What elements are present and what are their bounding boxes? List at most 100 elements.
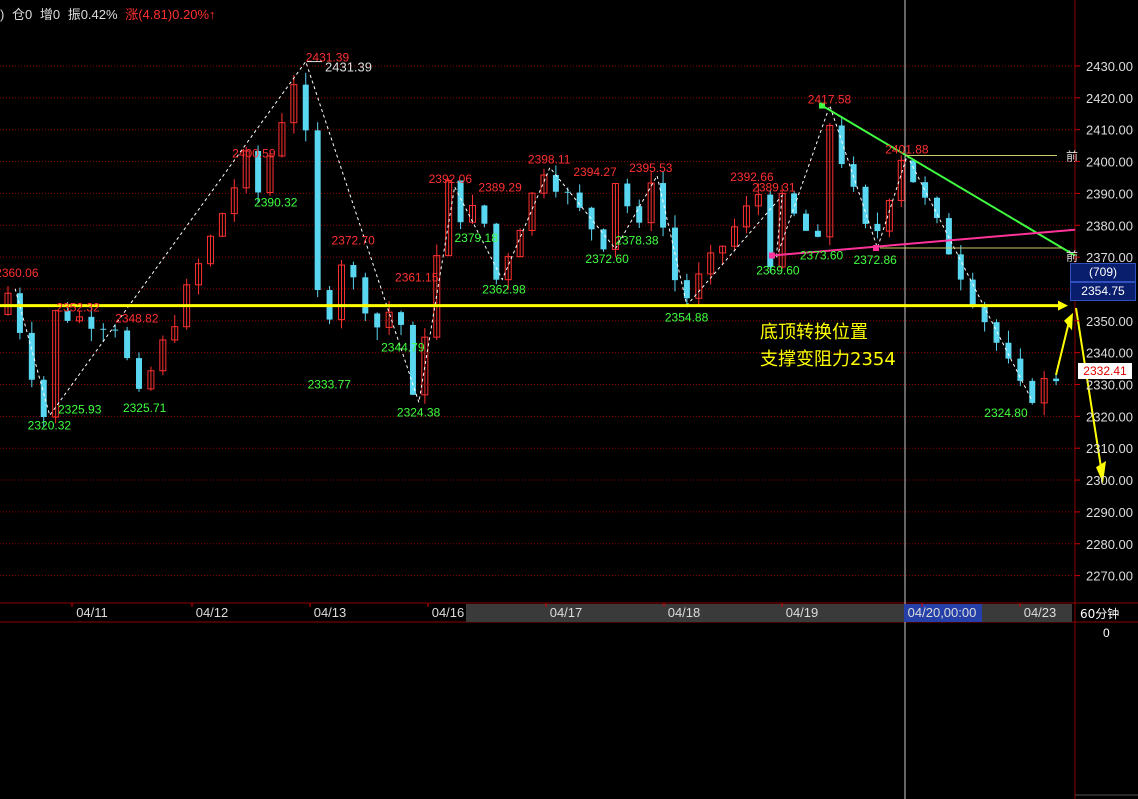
swing-label: 2389.31	[752, 181, 796, 195]
increase-text: 增0	[39, 7, 61, 22]
candle-body-down	[40, 379, 47, 418]
candle-body-down	[564, 191, 571, 193]
candle-body-down	[874, 223, 881, 232]
candlestick-chart[interactable]: 前前 2360.06 2320.32 2325.93 2352.32 2348.82 23…	[0, 0, 1138, 799]
candle-body-down	[457, 180, 464, 223]
level-price-box: 2354.75	[1070, 282, 1136, 301]
candle-body-down	[88, 316, 95, 329]
amplitude-text: 振0.42%	[67, 7, 118, 22]
x-tick-label: 04/13	[314, 605, 347, 620]
chart-stage: 前前 2360.06 2320.32 2325.93 2352.32 2348.82 23…	[0, 0, 1138, 799]
x-tick-label: 04/17	[550, 605, 583, 620]
swing-label: 2398.11	[528, 153, 571, 167]
candle-body-down	[28, 332, 35, 380]
x-tick-label: 04/11	[76, 605, 108, 620]
candle-body-down	[136, 358, 143, 389]
header-paren: )	[0, 7, 5, 22]
swing-label: 2378.38	[615, 233, 659, 247]
candle-body-down	[350, 265, 357, 278]
swing-label: 2348.82	[115, 312, 159, 326]
swing-label: 2325.93	[58, 402, 102, 416]
candle-body-down	[374, 313, 381, 328]
y-tick-label: 2300.00	[1086, 473, 1133, 488]
axes	[0, 0, 1138, 799]
position-text: 仓0	[11, 7, 33, 22]
candle-body-down	[588, 207, 595, 230]
swing-label: 2360.06	[0, 266, 39, 280]
candle-body-down	[600, 229, 607, 250]
candle-body-down	[1053, 378, 1060, 382]
y-tick-label: 2340.00	[1086, 346, 1133, 361]
ref-label-low: 前	[1066, 249, 1078, 264]
candle-body-down	[552, 175, 559, 192]
swing-label: 2324.80	[984, 406, 1028, 420]
candle-body-down	[814, 230, 821, 237]
candle-body-down	[124, 330, 131, 359]
candle-body-down	[481, 205, 488, 224]
swing-label: 2372.86	[853, 253, 897, 267]
swing-label: 2361.15	[395, 270, 439, 284]
swing-label: 2400.59	[232, 147, 276, 161]
y-tick-label: 2350.00	[1086, 314, 1133, 329]
change-text: 涨(4.81)0.20%↑	[125, 7, 216, 22]
y-tick-label: 2280.00	[1086, 537, 1133, 552]
x-tick-label: 04/16	[432, 605, 465, 620]
candle-body-down	[112, 329, 119, 331]
candle-body-down	[100, 328, 107, 330]
swing-label: 2325.71	[123, 401, 167, 415]
candle-body-down	[362, 277, 369, 314]
swing-label: 2344.79	[381, 340, 425, 354]
y-tick-label: 2380.00	[1086, 218, 1133, 233]
candle-body-down	[314, 130, 321, 291]
swing-label: 2333.77	[308, 377, 352, 391]
x-tick-label: 04/23	[1024, 605, 1057, 620]
sub-axis-zero: 0	[1103, 626, 1110, 640]
y-tick-label: 2410.00	[1086, 123, 1133, 138]
candle-body-down	[993, 322, 1000, 343]
x-axis-ticks: 04/11 04/12 04/13 04/16 04/17 04/18 04/19 04/20…	[71, 603, 1057, 622]
swing-label: 2392.06	[429, 172, 473, 186]
swing-label: 2372.70	[331, 234, 375, 248]
candle-body-down	[636, 206, 643, 223]
swing-label: 2372.60	[585, 252, 629, 266]
swing-label: 2324.38	[397, 405, 441, 419]
swing-label: 2354.88	[665, 310, 709, 324]
x-tick-label: 04/12	[196, 605, 229, 620]
peak-value-label: 2431.39	[325, 60, 372, 75]
x-tick-label: 04/20,00:00	[908, 605, 977, 620]
swing-label: 2395.53	[629, 161, 673, 175]
y-tick-label: 2400.00	[1086, 155, 1133, 170]
quote-header: ) 仓0 增0 振0.42% 涨(4.81)0.20%↑	[0, 4, 220, 23]
projection-up	[1055, 317, 1071, 376]
candle-body-down	[576, 192, 583, 208]
y-tick-label: 2320.00	[1086, 409, 1133, 424]
swing-label: 2417.58	[808, 93, 852, 107]
candle-body-down	[910, 160, 917, 183]
candle-body-down	[945, 218, 952, 255]
candle-body-down	[1005, 342, 1012, 359]
candle-body-down	[957, 254, 964, 280]
swing-label: 2369.60	[756, 263, 800, 277]
candle-body-down	[660, 183, 667, 228]
candles	[4, 72, 1060, 427]
candle-body-down	[302, 84, 309, 131]
candle-body-down	[969, 279, 976, 305]
trend-lines: 前前	[0, 60, 1106, 484]
swing-label: 2352.32	[56, 300, 100, 314]
y-axis-ticks: 2430.00 2420.00 2410.00 2400.00 2390.00 2380.…	[1075, 59, 1133, 584]
y-tick-label: 2330.00	[1086, 378, 1133, 393]
period-label[interactable]: 60分钟	[1080, 605, 1119, 622]
candle-body-down	[398, 312, 405, 325]
candle-body-down	[838, 125, 845, 165]
y-tick-label: 2420.00	[1086, 91, 1133, 106]
y-tick-label: 2270.00	[1086, 569, 1133, 584]
x-tick-label: 04/19	[786, 605, 819, 620]
swing-label: 2362.98	[482, 282, 526, 296]
y-tick-label: 2310.00	[1086, 441, 1133, 456]
candle-body-down	[1017, 358, 1024, 381]
annotation-line-1: 底顶转换位置	[760, 322, 868, 343]
count-box: (709)	[1070, 263, 1136, 282]
swing-label: 2389.29	[478, 181, 522, 195]
pink-line-anchor	[769, 252, 775, 259]
swing-label: 2379.18	[454, 231, 498, 245]
